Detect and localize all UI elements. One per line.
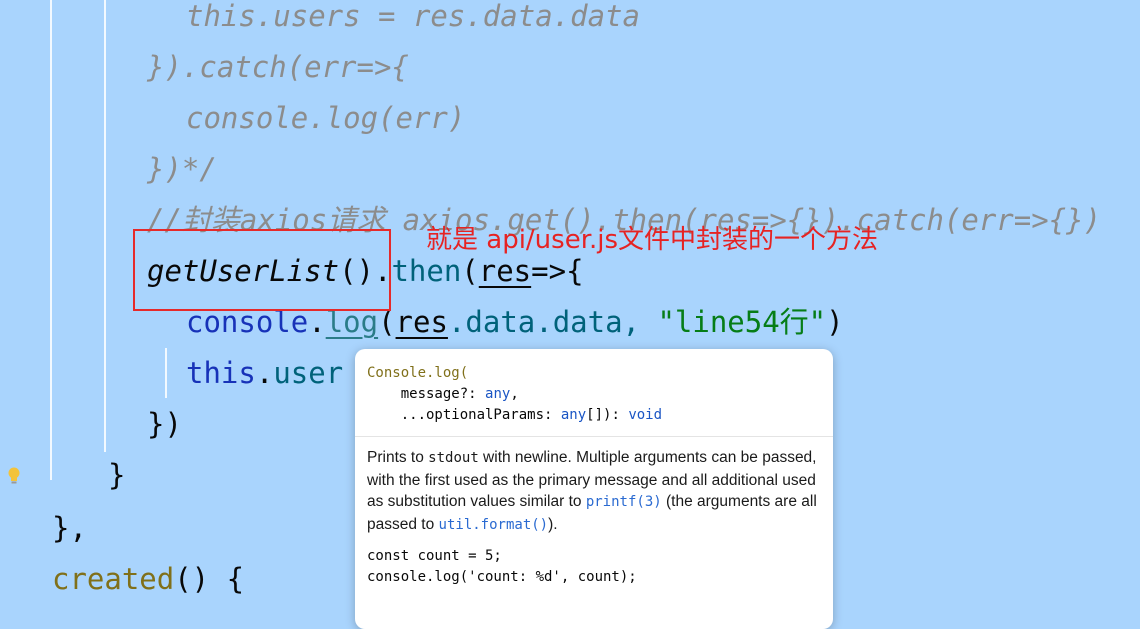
code-line-12[interactable]: created() {: [52, 557, 244, 601]
code-line-4[interactable]: })*/: [147, 147, 217, 191]
code-line-9[interactable]: }): [147, 402, 182, 446]
code-example: const count = 5; console.log('count: %d'…: [367, 548, 637, 585]
indent-guide: [104, 0, 106, 452]
then-method[interactable]: then: [391, 254, 461, 288]
indent-guide: [165, 348, 167, 398]
created-hook[interactable]: created: [52, 562, 174, 596]
param-res[interactable]: res: [479, 254, 531, 288]
highlight-box: [133, 229, 391, 311]
code-line-3[interactable]: console.log(err): [186, 96, 465, 140]
util-format-link[interactable]: util.format(): [439, 517, 549, 533]
code-line-1[interactable]: this.users = res.data.data: [186, 0, 640, 38]
res-reference[interactable]: res: [396, 305, 448, 339]
doc-description: Prints to stdout with newline. Multiple …: [367, 449, 817, 533]
string-literal: "line54行": [657, 305, 827, 339]
annotation-text: 就是 api/user.js文件中封装的一个方法: [426, 225, 879, 255]
code-line-2[interactable]: }).catch(err=>{: [147, 45, 409, 89]
code-line-11[interactable]: },: [52, 506, 87, 550]
indent-guide: [50, 0, 52, 480]
code-line-8[interactable]: this.user: [186, 351, 343, 395]
lightbulb-icon[interactable]: [6, 466, 22, 488]
code-line-10[interactable]: }: [108, 453, 125, 497]
documentation-popup[interactable]: Console.log( message?: any, ...optionalP…: [355, 349, 833, 629]
printf-link[interactable]: printf(3): [586, 494, 662, 510]
signature-block: Console.log( message?: any, ...optionalP…: [355, 349, 833, 437]
